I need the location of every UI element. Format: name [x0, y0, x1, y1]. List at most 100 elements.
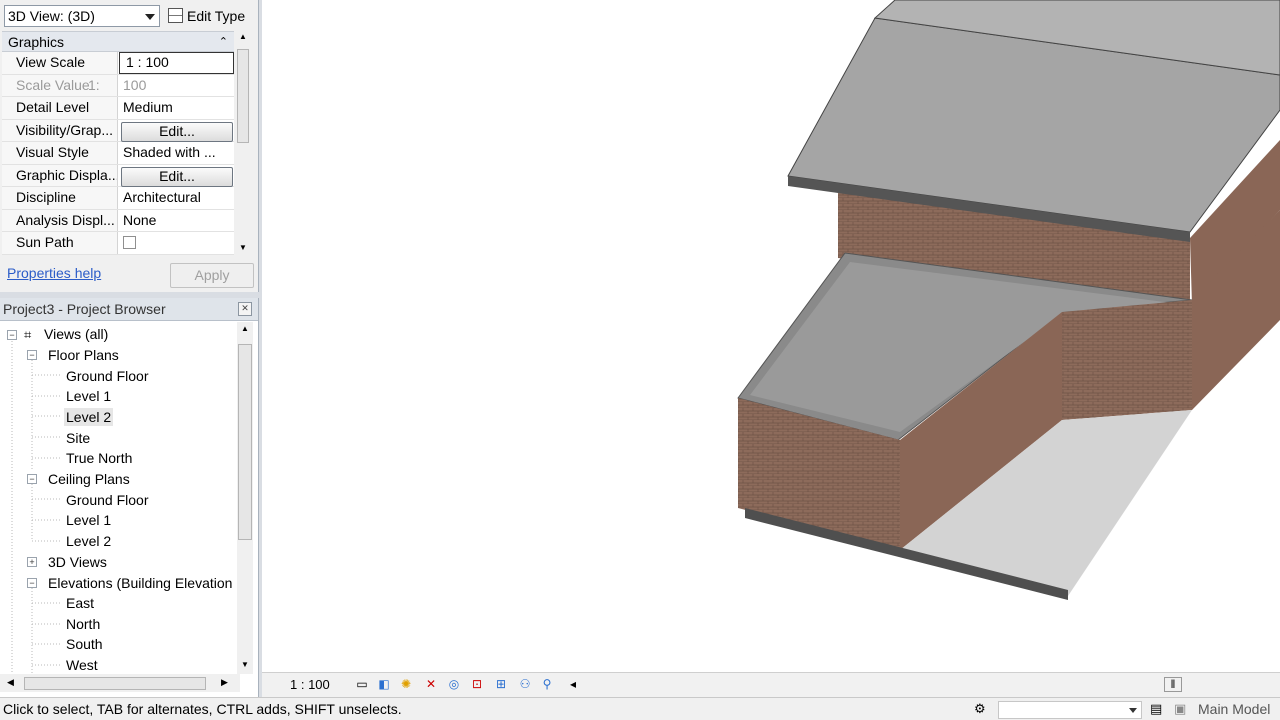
building-model[interactable] [262, 0, 1280, 672]
properties-scrollbar[interactable]: ▲ ▼ [236, 31, 250, 257]
hide-isolate-icon[interactable]: ⚲ [540, 678, 554, 690]
tree-item-level-2[interactable]: Level 2 [64, 408, 114, 426]
discipline-value[interactable]: Architectural [119, 187, 234, 209]
visual-style-icon[interactable]: ◧ [377, 678, 391, 690]
design-options-icon[interactable]: ▣ [1174, 701, 1186, 717]
scroll-thumb[interactable] [238, 344, 252, 540]
scroll-up-icon[interactable]: ▲ [241, 324, 249, 333]
prop-row-scale-value: Scale Value 1: 100 [2, 74, 234, 97]
views-icon: ⌗ [24, 327, 32, 342]
tree-item-east[interactable]: East [66, 594, 94, 612]
tree-item-views-all[interactable]: Views (all) [44, 325, 108, 343]
prop-row-visual-style: Visual Style Shaded with ... [2, 142, 234, 165]
status-bar: Click to select, TAB for alternates, CTR… [0, 697, 1280, 720]
scroll-down-icon[interactable]: ▼ [239, 243, 247, 252]
tree-item-ground-floor[interactable]: Ground Floor [66, 367, 148, 385]
graphics-group-header[interactable]: Graphics ⌃ [2, 31, 234, 52]
properties-palette: 3D View: (3D) Edit Type Graphics ⌃ View … [0, 0, 259, 292]
tree-item-ceiling-level-1[interactable]: Level 1 [66, 511, 111, 529]
prop-key: Discipline [2, 187, 118, 209]
scale-unit: 1: [88, 76, 100, 93]
prop-key: Analysis Displ... [2, 209, 118, 231]
visibility-edit-button[interactable]: Edit... [121, 121, 233, 142]
prop-key: Detail Level [2, 97, 118, 119]
collapse-floor-plans-icon[interactable]: − [27, 350, 37, 360]
detail-level-icon[interactable]: ▭ [355, 678, 369, 690]
workset-dropdown[interactable] [998, 701, 1142, 719]
analysis-display-value[interactable]: None [119, 210, 234, 232]
scroll-right-icon[interactable]: ▶ [221, 677, 228, 688]
sun-path-checkbox[interactable] [123, 236, 136, 249]
status-message: Click to select, TAB for alternates, CTR… [3, 701, 402, 717]
show-crop-icon[interactable]: ⊞ [494, 678, 508, 690]
scroll-thumb[interactable] [237, 49, 249, 143]
detail-level-value[interactable]: Medium [119, 97, 234, 119]
apply-button[interactable]: Apply [170, 263, 254, 288]
prop-row-sun-path: Sun Path [2, 232, 234, 255]
tree-item-3d-views[interactable]: 3D Views [48, 553, 107, 571]
sun-path-icon[interactable]: ✺ [399, 678, 413, 690]
chevron-down-icon [145, 14, 155, 20]
properties-table: View Scale 1 : 100 Scale Value 1: 100 De… [2, 52, 234, 255]
prop-row-discipline: Discipline Architectural [2, 187, 234, 210]
scroll-down-icon[interactable]: ▼ [241, 660, 249, 669]
worksets-icon[interactable]: ⚙ [974, 701, 986, 717]
prop-key: Sun Path [2, 232, 118, 254]
3d-viewport[interactable] [262, 0, 1280, 672]
tree-item-north[interactable]: North [66, 615, 100, 633]
view-scale-input[interactable]: 1 : 100 [119, 52, 234, 74]
tree-item-south[interactable]: South [66, 635, 103, 653]
close-icon[interactable]: ✕ [238, 302, 252, 316]
editing-requests-icon[interactable]: ▤ [1150, 701, 1162, 717]
browser-horizontal-scrollbar[interactable]: ◀ ▶ [0, 674, 240, 692]
group-label: Graphics [8, 34, 65, 50]
view-type-selector-label: 3D View: (3D) [8, 8, 95, 24]
prop-value: 100 [123, 76, 147, 93]
properties-help-link[interactable]: Properties help [7, 265, 101, 281]
prop-row-view-scale: View Scale 1 : 100 [2, 52, 234, 75]
tree-item-site[interactable]: Site [66, 429, 90, 447]
expand-3d-views-icon[interactable]: + [27, 557, 37, 567]
prop-row-graphic-display: Graphic Displa... Edit... [2, 164, 234, 187]
recess-wall [1062, 300, 1192, 420]
tree-item-ceiling-level-2[interactable]: Level 2 [66, 532, 111, 550]
crop-view-icon[interactable]: ⊡ [470, 678, 484, 690]
visual-style-value[interactable]: Shaded with ... [119, 142, 234, 164]
view-type-selector[interactable]: 3D View: (3D) [4, 5, 160, 27]
scroll-thumb[interactable] [24, 677, 206, 690]
collapse-views-icon[interactable]: − [7, 330, 17, 340]
tree-item-ceiling-plans[interactable]: Ceiling Plans [48, 470, 130, 488]
project-browser: Project3 - Project Browser ✕ − ⌗ Views (… [0, 298, 259, 697]
collapse-icon[interactable]: ⌃ [219, 32, 228, 52]
scroll-handle-icon[interactable]: ‖ [1164, 677, 1182, 692]
prop-key: Visual Style [2, 142, 118, 164]
graphic-display-edit-button[interactable]: Edit... [121, 166, 233, 187]
prop-key: Graphic Displa... [2, 164, 118, 186]
scroll-left-icon[interactable]: ◀ [7, 677, 14, 688]
tree-item-true-north[interactable]: True North [66, 449, 132, 467]
edit-type-button[interactable]: Edit Type [168, 6, 245, 26]
prop-key: Visibility/Grap... [2, 119, 118, 141]
prop-key: View Scale [2, 52, 118, 74]
collapse-elevations-icon[interactable]: − [27, 578, 37, 588]
collapse-ceiling-plans-icon[interactable]: − [27, 474, 37, 484]
scroll-up-icon[interactable]: ▲ [239, 32, 247, 41]
tree-item-ceiling-ground-floor[interactable]: Ground Floor [66, 491, 148, 509]
scroll-left-icon[interactable]: ◂ [566, 678, 580, 690]
prop-row-analysis-display: Analysis Displ... None [2, 209, 234, 232]
tree-item-level-1[interactable]: Level 1 [66, 387, 111, 405]
tree-item-floor-plans[interactable]: Floor Plans [48, 346, 119, 364]
tree-item-elevations[interactable]: Elevations (Building Elevation [48, 574, 236, 592]
view-scale-label[interactable]: 1 : 100 [290, 677, 330, 692]
browser-vertical-scrollbar[interactable]: ▲ ▼ [237, 322, 253, 674]
edit-type-icon [168, 8, 183, 23]
prop-row-detail-level: Detail Level Medium [2, 97, 234, 120]
shadows-icon[interactable]: ✕ [424, 678, 438, 690]
prop-row-visibility: Visibility/Grap... Edit... [2, 119, 234, 142]
design-option-label[interactable]: Main Model [1198, 701, 1270, 717]
lock-view-icon[interactable]: ⚇ [518, 678, 532, 690]
edit-type-label: Edit Type [187, 8, 246, 24]
left-panels: 3D View: (3D) Edit Type Graphics ⌃ View … [0, 0, 262, 697]
rendering-icon[interactable]: ◎ [447, 678, 461, 690]
tree-item-west[interactable]: West [66, 656, 98, 674]
